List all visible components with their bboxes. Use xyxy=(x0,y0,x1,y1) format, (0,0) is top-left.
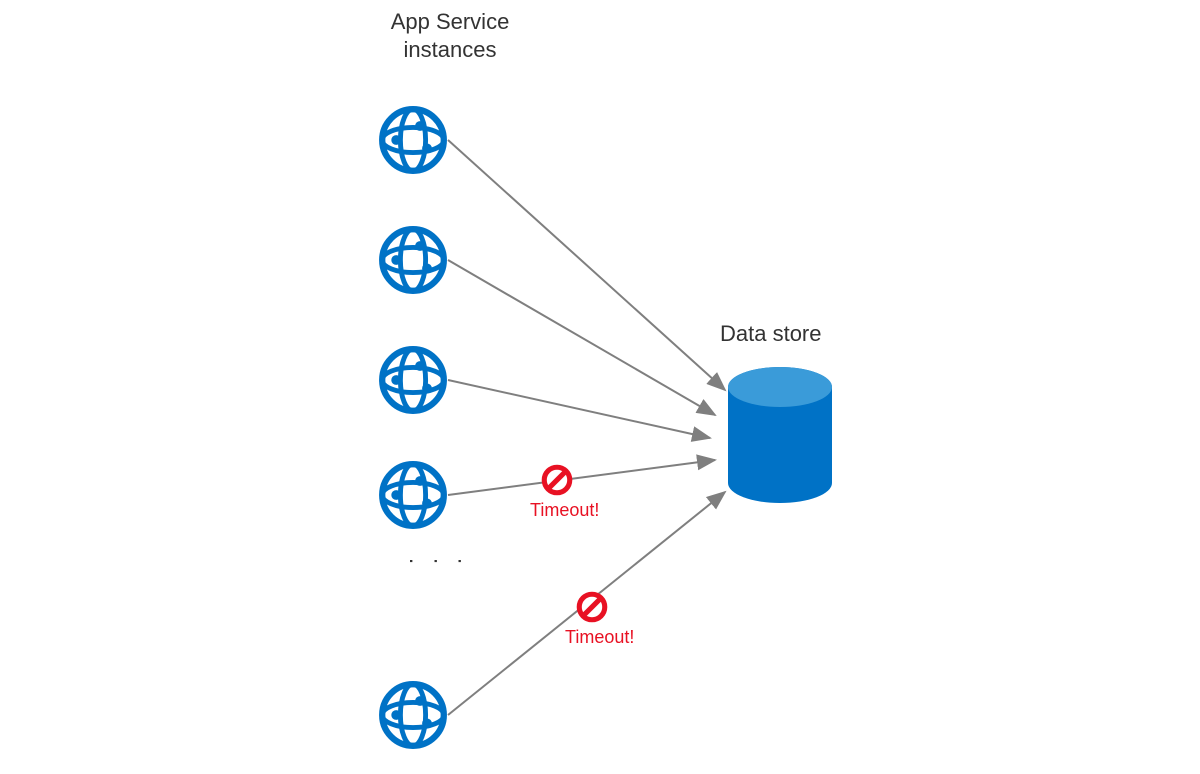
data-store-icon xyxy=(725,365,835,510)
connector-3 xyxy=(448,380,710,438)
timeout-label: Timeout! xyxy=(530,500,599,521)
app-service-instances-label: App Service instances xyxy=(350,8,550,63)
app-service-instance-icon xyxy=(378,105,448,175)
connector-2 xyxy=(448,260,715,415)
connector-1 xyxy=(448,140,725,390)
prohibited-icon xyxy=(575,590,609,624)
ellipsis-indicator: ... xyxy=(405,558,478,565)
app-service-instance-icon xyxy=(378,460,448,530)
connectors-layer xyxy=(0,0,1200,774)
timeout-label: Timeout! xyxy=(565,627,634,648)
app-service-instance-icon xyxy=(378,680,448,750)
app-service-instance-icon xyxy=(378,225,448,295)
data-store-label: Data store xyxy=(720,320,822,348)
app-service-instance-icon xyxy=(378,345,448,415)
prohibited-icon xyxy=(540,463,574,497)
connector-4 xyxy=(448,460,715,495)
